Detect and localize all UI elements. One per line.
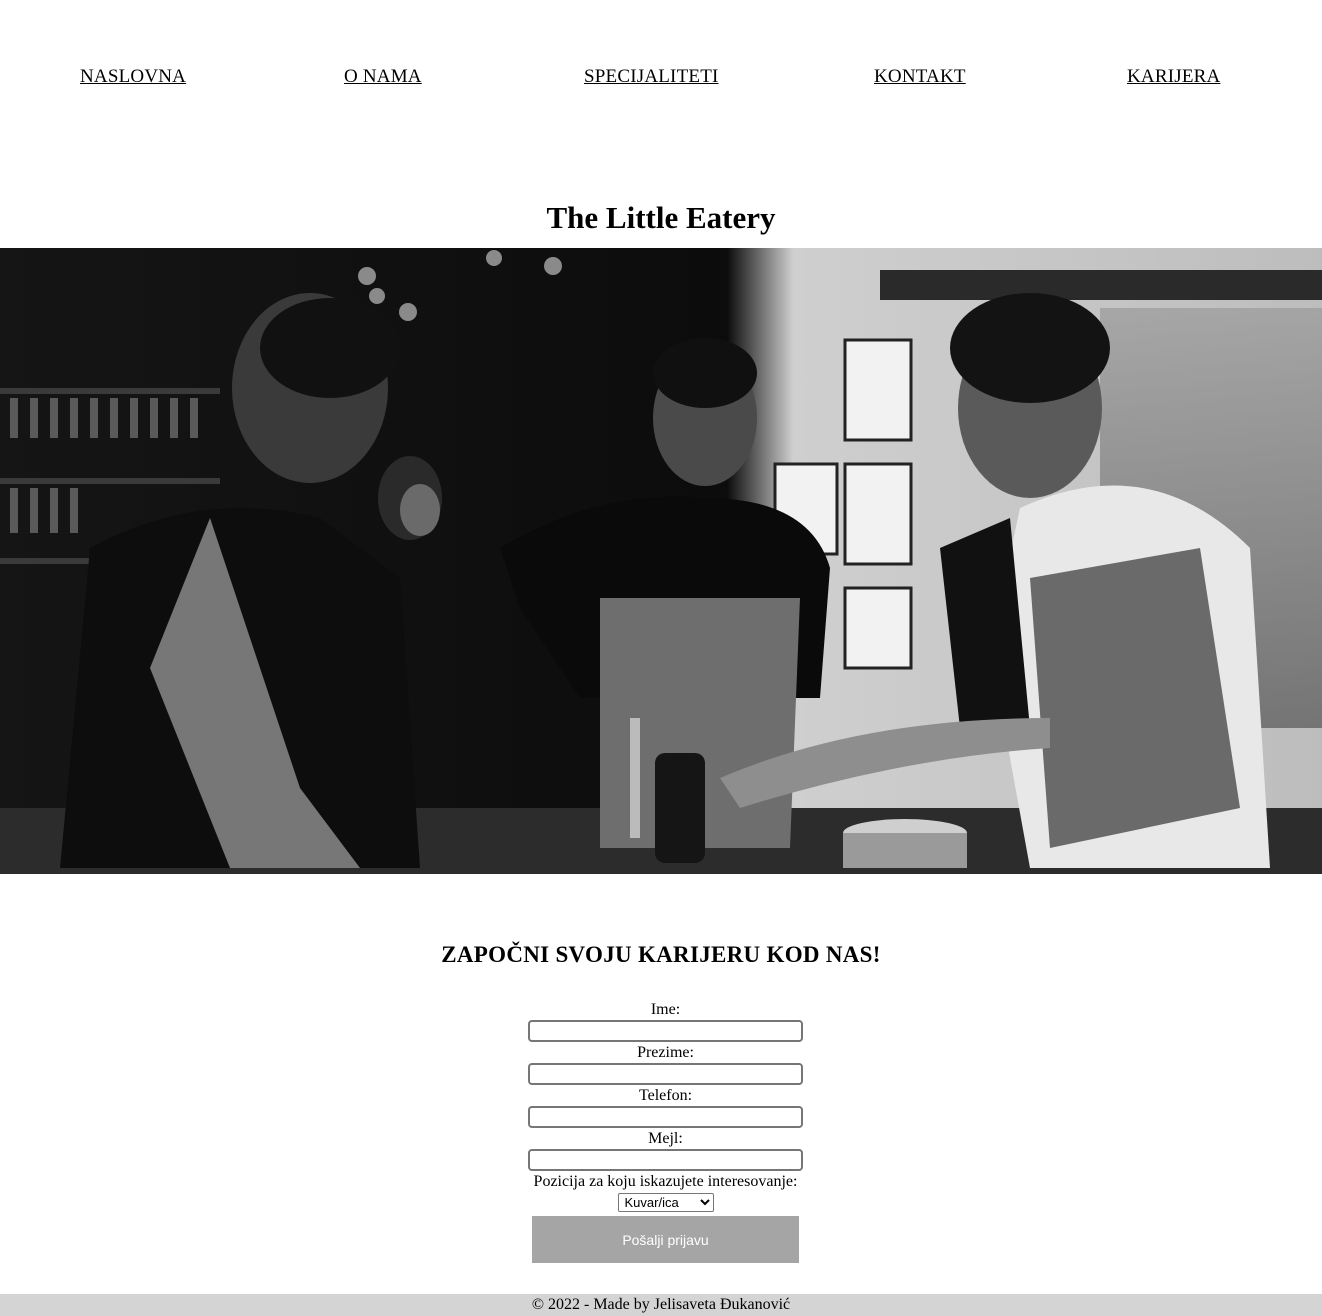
main-nav: NASLOVNA O NAMA SPECIJALITETI KONTAKT KA… [0,0,1322,160]
email-label: Mejl: [648,1130,683,1147]
submit-application-button[interactable]: Pošalji prijavu [532,1216,799,1263]
first-name-input[interactable] [528,1020,803,1042]
position-label: Pozicija za koju iskazujete interesovanj… [533,1173,798,1190]
hero-image [0,248,1322,874]
position-select[interactable]: Kuvar/ica [617,1193,714,1212]
nav-link-naslovna[interactable]: NASLOVNA [80,66,186,88]
nav-link-specijaliteti[interactable]: SPECIJALITETI [584,66,719,88]
phone-label: Telefon: [638,1087,693,1104]
nav-link-o-nama[interactable]: O NAMA [344,66,422,88]
kitchen-staff-photo-icon [0,248,1322,874]
career-heading: ZAPOČNI SVOJU KARIJERU KOD NAS! [441,942,881,967]
first-name-label: Ime: [650,1001,681,1018]
nav-link-karijera[interactable]: KARIJERA [1127,66,1220,88]
page-title: The Little Eatery [546,200,776,235]
last-name-label: Prezime: [637,1044,694,1061]
email-input[interactable] [528,1149,803,1171]
phone-input[interactable] [528,1106,803,1128]
footer: © 2022 - Made by Jelisaveta Đukanović [0,1294,1322,1316]
nav-link-kontakt[interactable]: KONTAKT [874,66,966,88]
last-name-input[interactable] [528,1063,803,1085]
job-application-form: Ime: Prezime: Telefon: Mejl: Pozicija za… [528,999,803,1263]
